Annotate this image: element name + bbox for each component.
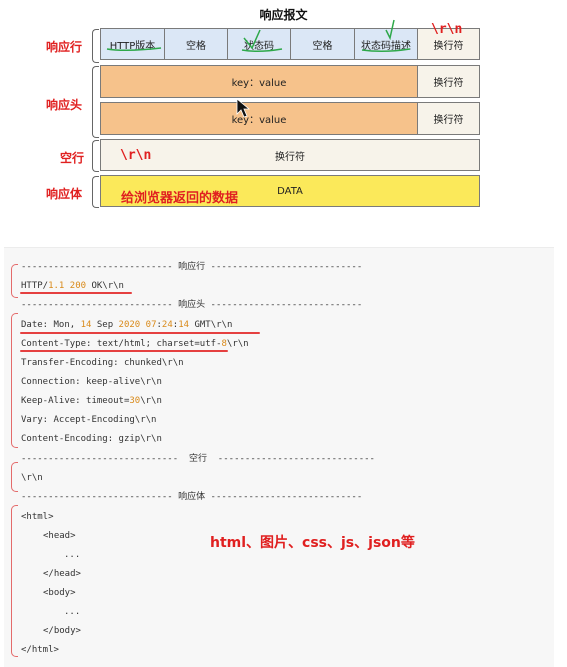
- blank-line-brace: [92, 140, 99, 172]
- code-transfer-encoding-line: Transfer-Encoding: chunked\r\n: [21, 358, 184, 368]
- section-divider-headers: ---------------------------- 响应头 -------…: [21, 300, 363, 310]
- keep-alive-a: Keep-Alive: timeout=: [21, 396, 130, 406]
- body-data-cell-text: DATA: [277, 185, 303, 197]
- section-divider-blank: ----------------------------- 空行 -------…: [21, 454, 375, 464]
- date-hour: 07: [145, 320, 157, 330]
- date-f: GMT\r\n: [189, 320, 233, 330]
- header-crlf-row-1: 换行符: [417, 65, 480, 98]
- code-content-type-line: Content-Type: text/html; charset=utf-8\r…: [21, 339, 249, 350]
- green-check-status-text: [361, 19, 411, 53]
- blank-line-cell: 换行符: [100, 139, 480, 171]
- date-day: 14: [80, 320, 92, 330]
- keep-alive-num: 30: [129, 396, 141, 406]
- section-divider-body: ---------------------------- 响应体 -------…: [21, 492, 363, 502]
- header-field-row-2: key：value: [100, 102, 418, 135]
- body-content-types-note: html、图片、css、js、json等: [210, 535, 415, 551]
- green-check-status-code: [241, 29, 283, 53]
- date-underline: [20, 332, 260, 334]
- date-b: Sep: [91, 320, 119, 330]
- content-type-underline: [20, 350, 228, 352]
- header-crlf-row-1-text: 换行符: [433, 78, 464, 89]
- blank-line-label: 空行: [60, 151, 85, 165]
- section-divider-status: ---------------------------- 响应行 -------…: [21, 262, 363, 272]
- date-year: 2020: [118, 320, 141, 330]
- green-underline-version: [106, 47, 162, 52]
- status-line-label: 响应行: [46, 40, 83, 54]
- body-annotation: 给浏览器返回的数据: [121, 191, 239, 206]
- content-type-a: Content-Type: text/html; charset=utf-: [21, 339, 222, 349]
- header-field-row-1-text: key：value: [231, 78, 287, 89]
- code-content-encoding-line: Content-Encoding: gzip\r\n: [21, 434, 162, 444]
- cell-space-1-text: 空格: [186, 40, 206, 52]
- status-crlf-annotation: \r\n: [431, 22, 463, 37]
- code-connection-line: Connection: keep-alive\r\n: [21, 377, 162, 387]
- status-line-brace: [92, 29, 99, 63]
- blank-line-crlf-annotation: \r\n: [120, 148, 152, 163]
- code-status-line: HTTP/1.1 200 OK\r\n: [21, 281, 124, 292]
- status-panel-brace: [11, 264, 18, 298]
- headers-brace: [92, 66, 99, 138]
- code-date-line: Date: Mon, 14 Sep 2020 07:24:14 GMT\r\n: [21, 320, 232, 331]
- html-line-open-html: <html>: [21, 512, 54, 522]
- code-vary-line: Vary: Accept-Encoding\r\n: [21, 415, 157, 425]
- body-label: 响应体: [46, 187, 83, 201]
- headers-panel-brace: [11, 313, 18, 448]
- mouse-cursor-icon: [236, 98, 250, 118]
- html-line-open-body: <body>: [43, 588, 76, 598]
- header-field-row-1: key：value: [100, 65, 418, 98]
- html-line-head-ellipsis: ...: [64, 550, 81, 560]
- cell-space-1: 空格: [164, 28, 228, 60]
- code-keep-alive-line: Keep-Alive: timeout=30\r\n: [21, 396, 162, 407]
- header-crlf-row-2: 换行符: [417, 102, 480, 135]
- status-underline: [20, 292, 132, 294]
- code-proto: HTTP/: [21, 281, 49, 291]
- code-version: 1.1: [48, 281, 65, 291]
- blank-line-cell-text: 换行符: [275, 151, 305, 163]
- code-status-rest: OK\r\n: [86, 281, 124, 291]
- content-type-b: \r\n: [226, 339, 249, 349]
- header-crlf-row-2-text: 换行符: [433, 115, 464, 126]
- diagram-title: 响应报文: [259, 8, 308, 22]
- body-panel-brace: [11, 505, 18, 657]
- cell-crlf-text: 换行符: [433, 40, 464, 52]
- html-line-close-body: </body>: [43, 626, 81, 636]
- code-blank-crlf: \r\n: [21, 473, 43, 483]
- html-line-open-head: <head>: [43, 531, 76, 541]
- html-line-close-html: </html>: [21, 645, 59, 655]
- headers-label: 响应头: [46, 98, 83, 112]
- blank-panel-brace: [11, 462, 18, 492]
- body-brace: [92, 176, 99, 208]
- cell-space-2: 空格: [290, 28, 355, 60]
- date-second: 14: [178, 320, 190, 330]
- html-line-close-head: </head>: [43, 569, 81, 579]
- html-line-body-ellipsis: ...: [64, 607, 81, 617]
- keep-alive-b: \r\n: [140, 396, 162, 406]
- cell-space-2-text: 空格: [312, 40, 333, 52]
- date-minute: 24: [161, 320, 173, 330]
- code-status-code: 200: [69, 281, 87, 291]
- date-a: Date: Mon,: [21, 320, 81, 330]
